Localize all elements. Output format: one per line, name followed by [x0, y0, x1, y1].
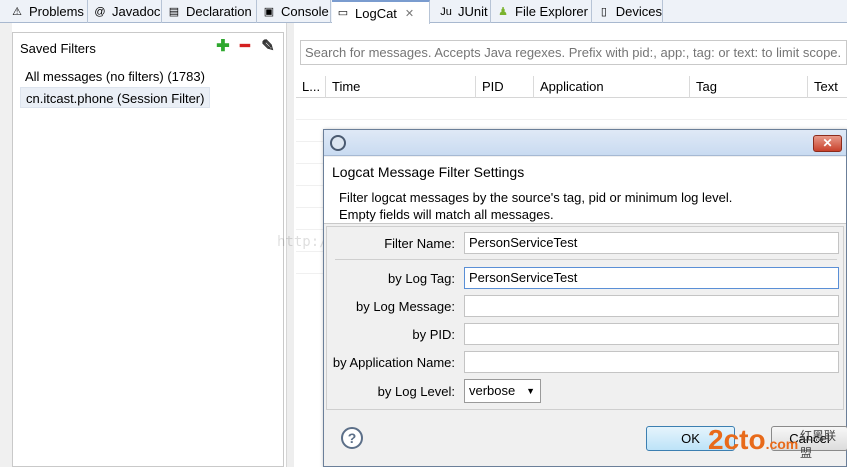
tab-devices[interactable]: ▯ Devices: [593, 0, 663, 23]
problems-icon: ⚠: [12, 5, 22, 18]
search-input[interactable]: [300, 40, 847, 65]
tab-logcat[interactable]: ▭ LogCat ✕: [332, 0, 430, 24]
edit-filter-icon[interactable]: ✎: [260, 39, 276, 55]
column-header-pid[interactable]: PID: [476, 76, 534, 98]
app-name-label: by Application Name:: [332, 355, 455, 370]
javadoc-icon: @: [94, 5, 106, 18]
list-item[interactable]: cn.itcast.phone (Session Filter): [20, 87, 211, 108]
help-icon[interactable]: ?: [341, 427, 363, 449]
column-header-text[interactable]: Text: [808, 76, 847, 98]
column-header-tag[interactable]: Tag: [690, 76, 808, 98]
remove-filter-icon[interactable]: ━: [237, 39, 253, 55]
tab-label: Devices: [615, 4, 662, 19]
list-item[interactable]: All messages (no filters) (1783): [20, 66, 210, 87]
saved-filters-title: Saved Filters: [20, 41, 96, 56]
android-icon: ♟: [498, 5, 508, 18]
tab-label: Javadoc: [112, 4, 161, 19]
close-icon[interactable]: ✕: [405, 7, 414, 20]
tab-label: Console: [281, 4, 329, 19]
junit-icon: Ju: [440, 5, 452, 18]
filter-name-field[interactable]: PersonServiceTest: [464, 232, 839, 254]
console-icon: ▣: [263, 5, 275, 18]
column-header-application[interactable]: Application: [534, 76, 690, 98]
watermark-logo-text: 2cto: [708, 424, 766, 455]
pid-label: by PID:: [412, 327, 455, 342]
tab-javadoc[interactable]: @ Javadoc: [89, 0, 162, 23]
saved-filters-panel: Saved Filters ✚ ━ ✎ All messages (no fil…: [12, 32, 284, 467]
tab-problems[interactable]: ⚠ Problems: [6, 0, 88, 23]
saved-filters-list: All messages (no filters) (1783) cn.itca…: [20, 66, 211, 108]
dialog-title: Logcat Message Filter Settings: [332, 164, 525, 180]
log-level-value: verbose: [469, 383, 516, 398]
log-tag-field[interactable]: PersonServiceTest: [464, 267, 839, 289]
table-row: [296, 119, 847, 120]
tab-label: Problems: [29, 4, 84, 19]
tab-file-explorer[interactable]: ♟ File Explorer: [492, 0, 592, 23]
logcat-icon: ▭: [337, 7, 349, 19]
filter-settings-dialog: ✕ Logcat Message Filter Settings Filter …: [323, 129, 847, 467]
log-level-label: by Log Level:: [377, 384, 455, 399]
log-tag-label: by Log Tag:: [388, 271, 455, 286]
chevron-down-icon: ▼: [526, 386, 535, 396]
tab-junit[interactable]: Ju JUnit: [435, 0, 491, 23]
tab-label: LogCat: [355, 5, 397, 21]
pid-field[interactable]: [464, 323, 839, 345]
dialog-description: Filter logcat messages by the source's t…: [339, 189, 732, 223]
filter-fields-group: Filter Name: PersonServiceTest by Log Ta…: [326, 226, 844, 410]
tab-label: File Explorer: [515, 4, 588, 19]
filter-name-label: Filter Name:: [384, 236, 455, 251]
declaration-icon: ▤: [168, 5, 180, 18]
log-table-header: L... Time PID Application Tag Text: [296, 76, 847, 98]
dialog-titlebar[interactable]: ✕: [324, 130, 846, 156]
watermark-cn: 红黑联盟: [800, 429, 837, 460]
phone-icon: ▯: [600, 5, 607, 18]
add-filter-icon[interactable]: ✚: [215, 39, 231, 55]
tab-console[interactable]: ▣ Console: [258, 0, 331, 23]
description-line: Empty fields will match all messages.: [339, 207, 554, 222]
column-header-level[interactable]: L...: [296, 76, 326, 98]
tab-label: Declaration: [186, 4, 252, 19]
app-name-field[interactable]: [464, 351, 839, 373]
description-line: Filter logcat messages by the source's t…: [339, 190, 733, 205]
log-level-select[interactable]: verbose ▼: [464, 379, 541, 403]
separator: [335, 259, 837, 260]
tab-label: JUnit: [458, 4, 488, 19]
view-tab-bar: ⚠ Problems @ Javadoc ▤ Declaration ▣ Con…: [0, 0, 847, 24]
watermark-logo: 2cto.com: [708, 424, 798, 456]
tab-declaration[interactable]: ▤ Declaration: [163, 0, 257, 23]
log-message-field[interactable]: [464, 295, 839, 317]
column-header-time[interactable]: Time: [326, 76, 476, 98]
left-gutter: [0, 23, 12, 467]
close-icon[interactable]: ✕: [813, 135, 842, 152]
dialog-header: Logcat Message Filter Settings Filter lo…: [324, 157, 846, 224]
log-message-label: by Log Message:: [355, 299, 455, 314]
app-icon: [330, 135, 346, 151]
watermark-logo-suffix: .com: [765, 436, 799, 452]
